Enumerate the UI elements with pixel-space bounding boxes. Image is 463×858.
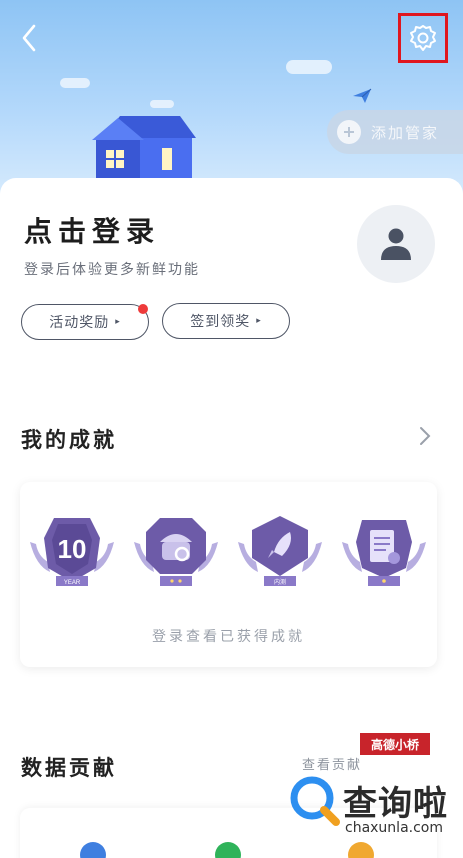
- watermark-name: 查询啦: [343, 784, 448, 824]
- user-icon: [381, 228, 411, 260]
- chevron-right-icon[interactable]: [418, 424, 432, 448]
- back-arrow-icon: [22, 24, 36, 52]
- sign-in-reward-label: 签到领奖: [190, 314, 251, 330]
- watermark-banner: 高德小桥: [360, 733, 430, 755]
- paper-plane-icon: [353, 88, 372, 103]
- play-arrow-icon: ▸: [256, 316, 262, 326]
- add-assistant-label: 添加管家: [371, 123, 440, 142]
- sign-in-reward-button[interactable]: 签到领奖 ▸: [162, 303, 290, 339]
- year-10-badge-icon: 10 YEAR: [30, 518, 114, 586]
- activity-reward-button[interactable]: 活动奖励 ▸: [21, 304, 149, 340]
- back-button[interactable]: [14, 22, 44, 54]
- view-contribution-link[interactable]: 查看贡献: [302, 754, 362, 773]
- document-badge-icon: [342, 520, 426, 586]
- play-arrow-icon: ▸: [115, 317, 121, 327]
- header-background: [0, 0, 463, 200]
- data-contribution-title: 数据贡献: [21, 756, 117, 780]
- activity-reward-label: 活动奖励: [49, 315, 110, 331]
- watermark-url: chaxunla.com: [345, 820, 443, 836]
- badge-year-label: YEAR: [64, 580, 81, 586]
- rocket-badge-icon: 内测: [238, 516, 322, 586]
- login-subtitle: 登录后体验更多新鲜功能: [24, 262, 200, 278]
- settings-button[interactable]: [398, 13, 448, 63]
- badge-year-number: 10: [58, 534, 87, 564]
- notification-dot: [138, 304, 148, 314]
- login-title[interactable]: 点击登录: [24, 210, 160, 250]
- house-illustration: [92, 116, 196, 182]
- gear-icon: [410, 25, 436, 51]
- cloud: [150, 100, 174, 108]
- avatar[interactable]: [357, 205, 435, 283]
- cloud: [286, 60, 332, 74]
- add-assistant-button[interactable]: 添加管家: [327, 110, 463, 154]
- detective-badge-icon: [134, 518, 218, 586]
- cloud: [60, 78, 90, 88]
- plus-icon: [337, 120, 361, 144]
- search-logo-icon: [290, 776, 340, 826]
- achievements-login-hint: 登录查看已获得成就: [152, 629, 305, 645]
- badge-beta-label: 内测: [274, 578, 286, 586]
- achievements-title: 我的成就: [21, 428, 117, 452]
